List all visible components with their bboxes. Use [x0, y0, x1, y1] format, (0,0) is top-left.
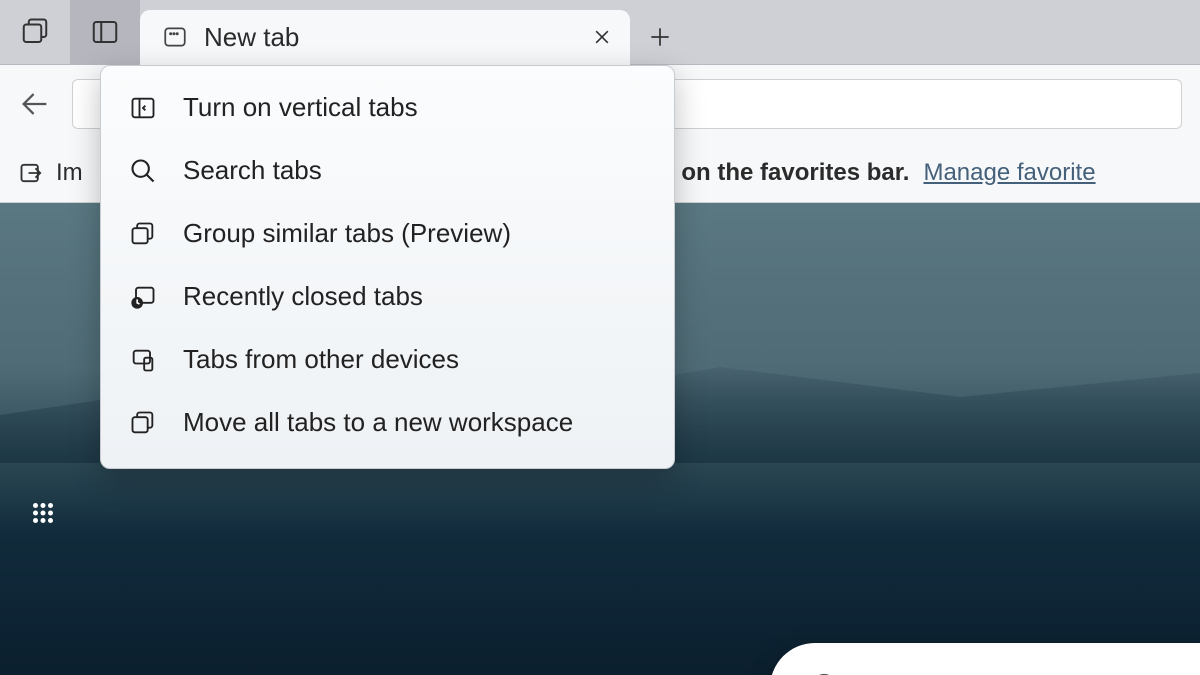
workspace-icon — [127, 409, 159, 437]
menu-other-devices[interactable]: Tabs from other devices — [101, 328, 674, 391]
search-icon — [810, 671, 844, 675]
menu-search-tabs[interactable]: Search tabs — [101, 139, 674, 202]
menu-item-label: Turn on vertical tabs — [183, 92, 418, 123]
menu-item-label: Move all tabs to a new workspace — [183, 407, 573, 438]
menu-item-label: Tabs from other devices — [183, 344, 459, 375]
plus-icon — [647, 24, 673, 50]
menu-item-label: Search tabs — [183, 155, 322, 186]
import-favorites-button[interactable]: Im — [18, 159, 83, 187]
titlebar: New tab — [0, 0, 1200, 65]
menu-group-tabs[interactable]: Group similar tabs (Preview) — [101, 202, 674, 265]
tab-close-button[interactable] — [592, 27, 612, 47]
import-icon — [18, 159, 46, 187]
menu-move-workspace[interactable]: Move all tabs to a new workspace — [101, 391, 674, 454]
vertical-tabs-icon — [127, 94, 159, 122]
tab-actions-icon — [90, 17, 120, 47]
grid-icon — [28, 498, 58, 528]
workspaces-icon — [20, 17, 50, 47]
tab-new-tab[interactable]: New tab — [140, 10, 630, 65]
import-favorites-label: Im — [56, 159, 83, 187]
search-box[interactable]: Search the web — [770, 643, 1200, 675]
search-placeholder: Search the web — [872, 670, 1094, 675]
search-icon — [127, 157, 159, 185]
new-tab-button[interactable] — [630, 10, 690, 65]
workspaces-button[interactable] — [0, 0, 70, 65]
manage-favorites-link[interactable]: Manage favorite — [923, 159, 1095, 187]
menu-item-label: Recently closed tabs — [183, 281, 423, 312]
customize-grip[interactable] — [28, 498, 58, 528]
menu-item-label: Group similar tabs (Preview) — [183, 218, 511, 249]
back-button[interactable] — [18, 87, 52, 121]
tab-actions-menu: Turn on vertical tabs Search tabs Group … — [100, 65, 675, 469]
menu-vertical-tabs[interactable]: Turn on vertical tabs — [101, 76, 674, 139]
tab-title: New tab — [204, 22, 299, 53]
back-arrow-icon — [18, 87, 52, 121]
page-icon — [162, 24, 188, 50]
close-icon — [592, 27, 612, 47]
history-icon — [127, 283, 159, 311]
group-icon — [127, 220, 159, 248]
tab-actions-button[interactable] — [70, 0, 140, 65]
tab-strip: New tab — [140, 0, 690, 65]
menu-recently-closed[interactable]: Recently closed tabs — [101, 265, 674, 328]
devices-icon — [127, 346, 159, 374]
